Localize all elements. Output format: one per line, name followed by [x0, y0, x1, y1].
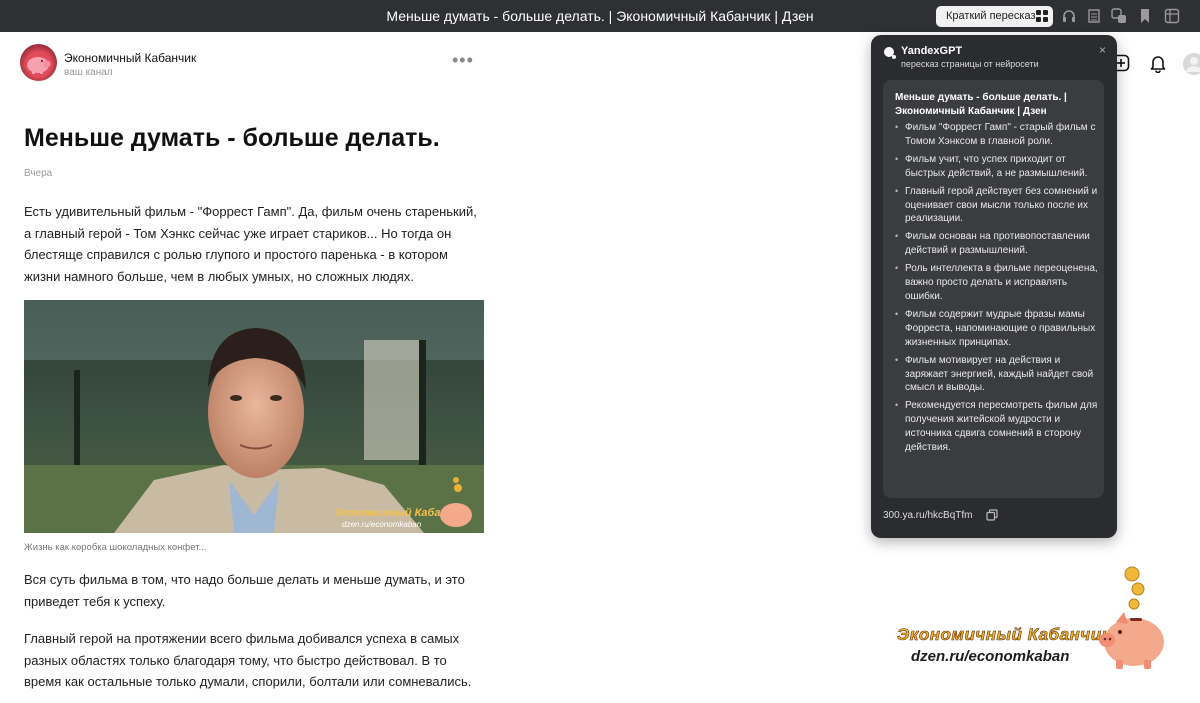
piggy-avatar-icon [27, 57, 51, 74]
article-image[interactable]: Экономичный Кабанчик dzen.ru/economkaban [24, 300, 484, 533]
summary-card: Меньше думать - больше делать. | Экономи… [883, 80, 1104, 498]
summary-item: Фильм основан на противопоставлении дейс… [895, 230, 1098, 258]
copy-icon[interactable] [986, 509, 998, 521]
watermark-url: dzen.ru/economkaban [911, 648, 1070, 665]
image-caption: Жизнь как коробка шоколадных конфет... [24, 542, 207, 553]
summary-grid-icon [1036, 10, 1048, 22]
article-paragraph: Есть удивительный фильм - "Форрест Гамп"… [24, 204, 477, 284]
panel-title: YandexGPT [901, 45, 963, 57]
summary-item: Главный герой действует без сомнений и о… [895, 185, 1098, 226]
article-paragraph: Главный герой на протяжении всего фильма… [24, 631, 472, 689]
extensions-icon[interactable] [1164, 8, 1180, 24]
image-watermark-url: dzen.ru/economkaban [342, 520, 422, 529]
movie-still-image: Экономичный Кабанчик dzen.ru/economkaban [24, 300, 484, 533]
bell-icon[interactable] [1149, 54, 1167, 73]
close-icon[interactable]: × [1099, 43, 1106, 57]
article-date: Вчера [24, 168, 53, 179]
watermark-name: Экономичный Кабанчик [897, 625, 1111, 645]
channel-avatar[interactable] [20, 44, 57, 81]
summary-item: Рекомендуется пересмотреть фильм для пол… [895, 399, 1098, 454]
headphones-icon[interactable] [1062, 8, 1076, 24]
summary-button-label: Краткий пересказ [946, 10, 1036, 22]
piggy-bank-icon [1099, 566, 1164, 669]
summary-item: Фильм учит, что успех приходит от быстры… [895, 153, 1098, 181]
profile-icon[interactable] [1182, 52, 1200, 76]
bookmark-icon[interactable] [1139, 8, 1151, 24]
channel-name[interactable]: Экономичный Кабанчик [64, 51, 196, 65]
article-paragraph: Вся суть фильма в том, что надо больше д… [24, 572, 465, 609]
panel-subtitle: пересказ страницы от нейросети [901, 59, 1039, 69]
summary-item: Роль интеллекта в фильме переоценена, ва… [895, 262, 1098, 303]
summary-item: Фильм мотивирует на действия и заряжает … [895, 354, 1098, 395]
yandexgpt-logo-icon [884, 47, 896, 59]
more-options-button[interactable]: ••• [452, 51, 474, 69]
article-title: Меньше думать - больше делать. [24, 124, 440, 152]
summary-button[interactable]: Краткий пересказ [936, 6, 1053, 27]
translate-icon[interactable] [1111, 8, 1127, 24]
summary-item: Фильм "Форрест Гамп" - старый фильм с То… [895, 121, 1098, 149]
summary-title: Меньше думать - больше делать. | Экономи… [895, 92, 1067, 117]
summary-list: Фильм "Форрест Гамп" - старый фильм с То… [895, 121, 1098, 459]
browser-title-bar: Меньше думать - больше делать. | Экономи… [0, 0, 1200, 32]
summary-item: Фильм содержит мудрые фразы мамы Форрест… [895, 308, 1098, 349]
summary-share-link[interactable]: 300.ya.ru/hkcBqTfm [883, 510, 972, 521]
reader-icon[interactable] [1087, 8, 1101, 24]
yandexgpt-summary-panel: YandexGPT пересказ страницы от нейросети… [871, 35, 1117, 538]
channel-subtitle: ваш канал [64, 67, 113, 78]
